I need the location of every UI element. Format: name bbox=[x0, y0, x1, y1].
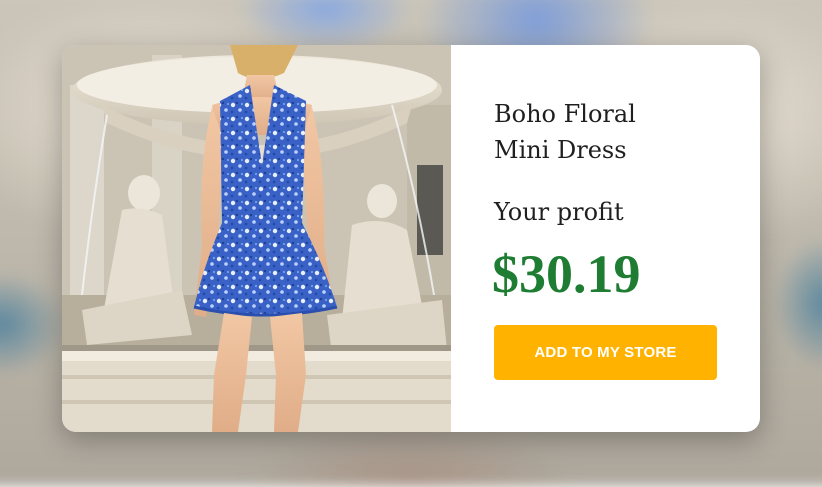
product-photo-illustration bbox=[62, 45, 451, 432]
product-card: Boho Floral Mini Dress Your profit $30.1… bbox=[62, 45, 760, 432]
product-photo[interactable] bbox=[62, 45, 451, 432]
product-title: Boho Floral Mini Dress bbox=[494, 100, 636, 164]
add-to-store-button[interactable]: ADD TO MY STORE bbox=[494, 325, 717, 380]
profit-amount: $30.19 bbox=[492, 244, 641, 304]
profit-label: Your profit bbox=[494, 198, 624, 226]
product-info-panel: Boho Floral Mini Dress Your profit $30.1… bbox=[451, 45, 760, 432]
